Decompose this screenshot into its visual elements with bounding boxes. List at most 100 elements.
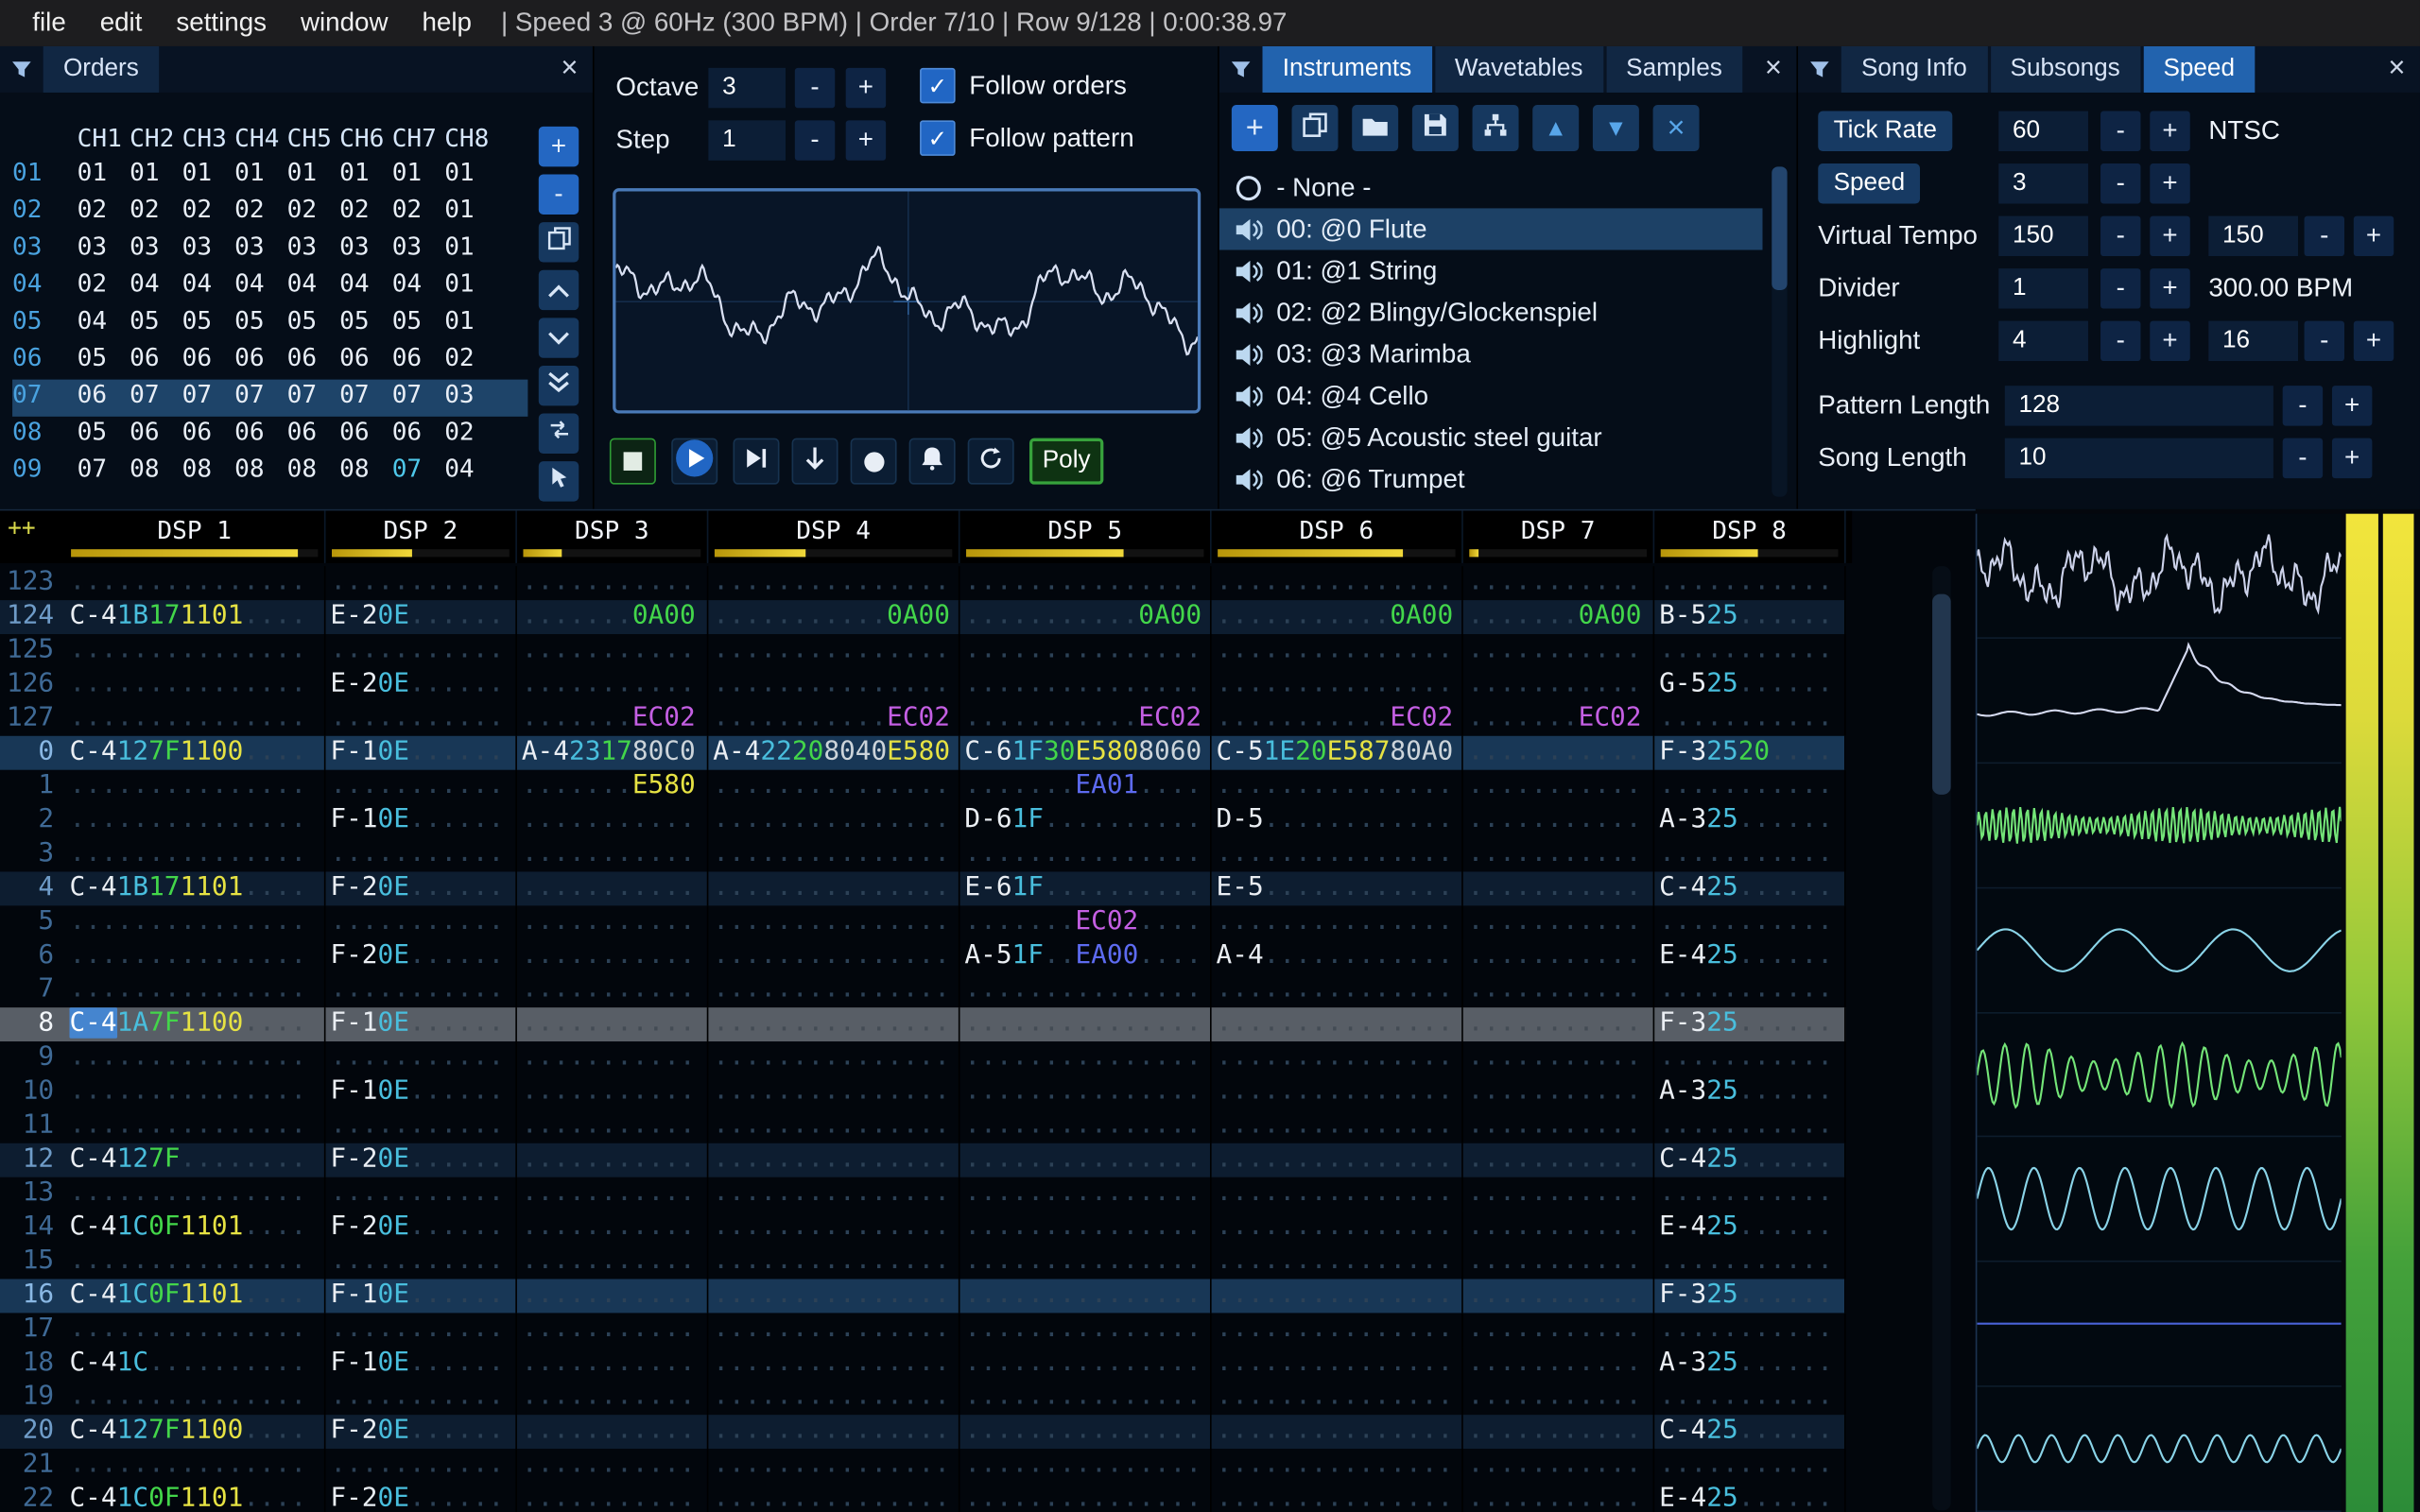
instrument-list-scrollbar[interactable] <box>1772 166 1788 497</box>
pattern-cell[interactable]: C-41C0F1101.... <box>65 1482 326 1512</box>
channel-header[interactable]: DSP 1 <box>65 510 326 563</box>
pattern-cell[interactable]: ........... <box>517 871 709 906</box>
pattern-cell[interactable]: ........... <box>1463 1449 1655 1483</box>
pattern-cell[interactable]: ............... <box>65 1313 326 1348</box>
save-instrument-button[interactable] <box>1411 105 1459 151</box>
pattern-cell[interactable]: ........... <box>517 1041 709 1075</box>
pattern-cell[interactable]: ........... <box>1654 1041 1846 1075</box>
pattern-cell[interactable]: ............... <box>708 566 960 601</box>
order-cell[interactable]: 03 <box>287 232 340 268</box>
tab-orders[interactable]: Orders <box>43 45 160 93</box>
song-length-increase-button[interactable]: + <box>2331 438 2373 479</box>
pattern-cell[interactable]: ............... <box>1212 634 1463 668</box>
pattern-cell[interactable]: ............... <box>65 1108 326 1143</box>
pattern-cell[interactable]: ............... <box>960 1108 1212 1143</box>
pattern-cell[interactable]: ...........0A00 <box>708 600 960 635</box>
pattern-cell[interactable]: ........... <box>1463 1482 1655 1512</box>
pattern-cell[interactable]: ........... <box>517 1381 709 1416</box>
pattern-cell[interactable]: ........... <box>1463 803 1655 838</box>
virtual-tempo-numerator-input[interactable]: 150 <box>1998 215 2088 257</box>
pattern-cell[interactable]: ........... <box>325 1313 517 1348</box>
pattern-cell[interactable]: F-10E...... <box>325 1347 517 1382</box>
order-cell[interactable]: 05 <box>287 305 340 342</box>
pattern-cell[interactable]: E-20E...... <box>325 667 517 702</box>
pattern-cell[interactable]: ............... <box>1212 1449 1463 1483</box>
pattern-cell[interactable]: ............... <box>1212 1381 1463 1416</box>
order-cell[interactable]: 08 <box>287 454 340 490</box>
pattern-cell[interactable]: ............... <box>1212 1245 1463 1280</box>
pattern-cell[interactable]: ............... <box>708 1074 960 1109</box>
pattern-cell[interactable]: ............... <box>960 1007 1212 1042</box>
channel-header[interactable]: DSP 6 <box>1212 510 1463 563</box>
pattern-cell[interactable]: ........... <box>517 1007 709 1042</box>
channel-header[interactable]: DSP 3 <box>517 510 709 563</box>
pattern-cell[interactable]: ............... <box>960 667 1212 702</box>
pattern-cell[interactable]: ............... <box>1212 1041 1463 1075</box>
pattern-cell[interactable]: ............... <box>960 1041 1212 1075</box>
pattern-cell[interactable]: ............... <box>1212 905 1463 940</box>
order-cell[interactable]: 01 <box>287 158 340 195</box>
move-order-up-button[interactable] <box>538 269 579 311</box>
pattern-cell[interactable]: ............... <box>1212 667 1463 702</box>
pattern-cell[interactable]: ........... <box>325 1381 517 1416</box>
pattern-cell[interactable]: ........... <box>1463 973 1655 1008</box>
pattern-cell[interactable]: ........... <box>517 1177 709 1211</box>
pattern-cell[interactable]: ............... <box>960 1313 1212 1348</box>
order-cell[interactable]: 07 <box>234 380 287 417</box>
pattern-cell[interactable]: A-325...... <box>1654 1347 1846 1382</box>
order-cell[interactable]: 07 <box>78 454 130 490</box>
add-order-button[interactable]: + <box>538 126 579 167</box>
highlight-second-increase-button[interactable]: + <box>2353 320 2394 362</box>
pattern-cell[interactable]: .......EC02.... <box>960 905 1212 940</box>
pattern-cell[interactable]: F-10E...... <box>325 1279 517 1314</box>
pattern-cell[interactable]: ........... <box>1463 634 1655 668</box>
order-cell[interactable]: 04 <box>78 305 130 342</box>
order-cell[interactable]: 07 <box>182 380 235 417</box>
order-cell[interactable]: 02 <box>392 195 445 232</box>
pattern-cell[interactable]: ............... <box>708 1482 960 1512</box>
order-cell[interactable]: 02 <box>130 195 182 232</box>
pattern-cell[interactable]: .......0A00 <box>1463 600 1655 635</box>
order-cell[interactable]: 01 <box>182 158 235 195</box>
order-cell[interactable]: 01 <box>444 195 497 232</box>
instrument-item[interactable]: 04: @4 Cello <box>1219 375 1763 417</box>
pattern-cell[interactable]: A-51F..EA00.... <box>960 939 1212 974</box>
pattern-cell[interactable]: ........... <box>1463 769 1655 804</box>
pattern-cell[interactable]: ............... <box>1212 1279 1463 1314</box>
pattern-cell[interactable]: ............... <box>960 1381 1212 1416</box>
menu-edit[interactable]: edit <box>83 8 160 39</box>
delete-instrument-button[interactable]: × <box>1652 105 1700 151</box>
pattern-cell[interactable]: ............... <box>708 1381 960 1416</box>
pattern-cell[interactable]: ........... <box>325 566 517 601</box>
order-cell[interactable]: 03 <box>444 380 497 417</box>
order-cell[interactable]: 01 <box>339 158 392 195</box>
order-cell[interactable]: 02 <box>287 195 340 232</box>
pattern-cell[interactable]: ........... <box>1654 1177 1846 1211</box>
pattern-cell[interactable]: ........... <box>517 1415 709 1450</box>
step-input[interactable]: 1 <box>708 120 786 161</box>
order-cell[interactable]: 08 <box>234 454 287 490</box>
order-cell[interactable]: 04 <box>444 454 497 490</box>
close-icon[interactable]: × <box>1750 46 1796 93</box>
order-cell[interactable]: 06 <box>339 417 392 454</box>
pattern-cell[interactable]: ............... <box>960 1347 1212 1382</box>
virtual-tempo-numerator-decrease-button[interactable]: - <box>2100 215 2141 257</box>
pattern-cell[interactable]: ............... <box>960 1074 1212 1109</box>
pattern-cell[interactable]: ............... <box>1212 973 1463 1008</box>
order-cell[interactable]: 08 <box>182 454 235 490</box>
pattern-cell[interactable]: ............... <box>708 1211 960 1246</box>
poly-button[interactable]: Poly <box>1028 438 1104 485</box>
pattern-cell[interactable]: .......EC02 <box>1463 701 1655 736</box>
pattern-cell[interactable]: G-525...... <box>1654 667 1846 702</box>
order-cell[interactable]: 02 <box>444 342 497 379</box>
pattern-cell[interactable]: ........... <box>1463 905 1655 940</box>
pattern-cell[interactable]: ........... <box>1463 939 1655 974</box>
pattern-cell[interactable]: ........... <box>517 1449 709 1483</box>
pattern-cell[interactable]: C-425...... <box>1654 871 1846 906</box>
pattern-cell[interactable]: ............... <box>65 1041 326 1075</box>
pattern-cell[interactable]: ........... <box>1463 1279 1655 1314</box>
order-row[interactable]: 09 07 08 08 08 08 08 07 04 <box>12 454 527 490</box>
pattern-cell[interactable]: ........... <box>1463 1211 1655 1246</box>
order-change-mode-button[interactable] <box>538 413 579 454</box>
pattern-cell[interactable]: .......0A00 <box>517 600 709 635</box>
